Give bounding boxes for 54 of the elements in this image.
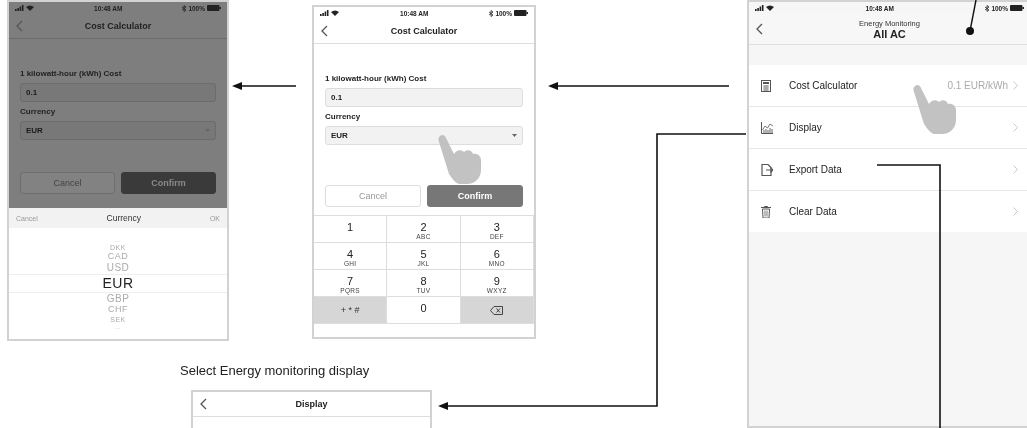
bluetooth-icon — [489, 9, 494, 17]
signal-icon — [15, 5, 24, 11]
bluetooth-icon — [985, 4, 990, 12]
trash-icon — [761, 205, 773, 218]
screen-title: Cost Calculator — [83, 21, 153, 31]
backspace-icon[interactable] — [490, 305, 504, 315]
currency-dropdown[interactable]: EUR — [20, 121, 216, 140]
arrow — [232, 82, 297, 90]
battery-icon — [1010, 5, 1024, 11]
currency-dropdown[interactable]: EUR — [325, 126, 523, 145]
chevron-icon — [1013, 81, 1018, 90]
field-label: Currency — [20, 107, 57, 116]
chevron-icon — [1013, 207, 1018, 216]
caption-text: Select Energy monitoring display — [180, 363, 370, 378]
field-label: Currency — [325, 112, 362, 121]
screen-title: Display — [294, 399, 329, 409]
signal-icon — [755, 5, 764, 11]
battery-icon — [207, 5, 221, 11]
confirm-button[interactable]: Confirm — [427, 185, 523, 207]
chart-icon — [761, 121, 773, 134]
cost-input-field[interactable]: 0.1 — [325, 88, 523, 107]
wifi-icon — [26, 5, 34, 11]
screen-title: All AC — [873, 27, 906, 40]
menu-label: Export Data — [789, 164, 843, 175]
keypad-key[interactable]: 1 — [314, 216, 388, 243]
calculator-icon — [761, 79, 773, 92]
wifi-icon — [331, 10, 339, 16]
menu-item[interactable]: Export Data — [749, 149, 1027, 191]
document-arrow-icon — [761, 163, 773, 176]
leader-line — [966, 0, 977, 35]
wifi-icon — [766, 5, 774, 11]
chevron-icon — [1013, 123, 1018, 132]
keypad-key[interactable]: 0 — [387, 297, 461, 324]
back-icon[interactable] — [756, 23, 763, 35]
menu-value: 0.1 EUR/kWh — [947, 80, 1008, 91]
battery-icon — [514, 10, 528, 16]
back-icon[interactable] — [200, 398, 207, 410]
keypad-key[interactable]: + * # — [314, 297, 388, 324]
signal-icon — [320, 10, 329, 16]
picker-option[interactable]: EUR — [9, 274, 227, 293]
menu-label: Clear Data — [789, 206, 838, 217]
back-icon[interactable] — [321, 25, 328, 37]
bluetooth-icon — [182, 4, 187, 12]
hand-pointer-icon — [437, 134, 482, 185]
field-label: 1 kilowatt-hour (kWh) Cost — [20, 69, 123, 78]
picker-title: Currency — [106, 213, 142, 223]
chevron-icon — [1013, 165, 1018, 174]
menu-label: Cost Calculator — [789, 80, 859, 91]
menu-label: Display — [789, 122, 823, 133]
menu-item[interactable]: Clear Data — [749, 191, 1027, 232]
screen-title: Cost Calculator — [389, 26, 459, 36]
field-label: 1 kilowatt-hour (kWh) Cost — [325, 74, 428, 83]
cost-input-field[interactable]: 0.1 — [20, 83, 216, 102]
caret-icon — [512, 134, 517, 137]
